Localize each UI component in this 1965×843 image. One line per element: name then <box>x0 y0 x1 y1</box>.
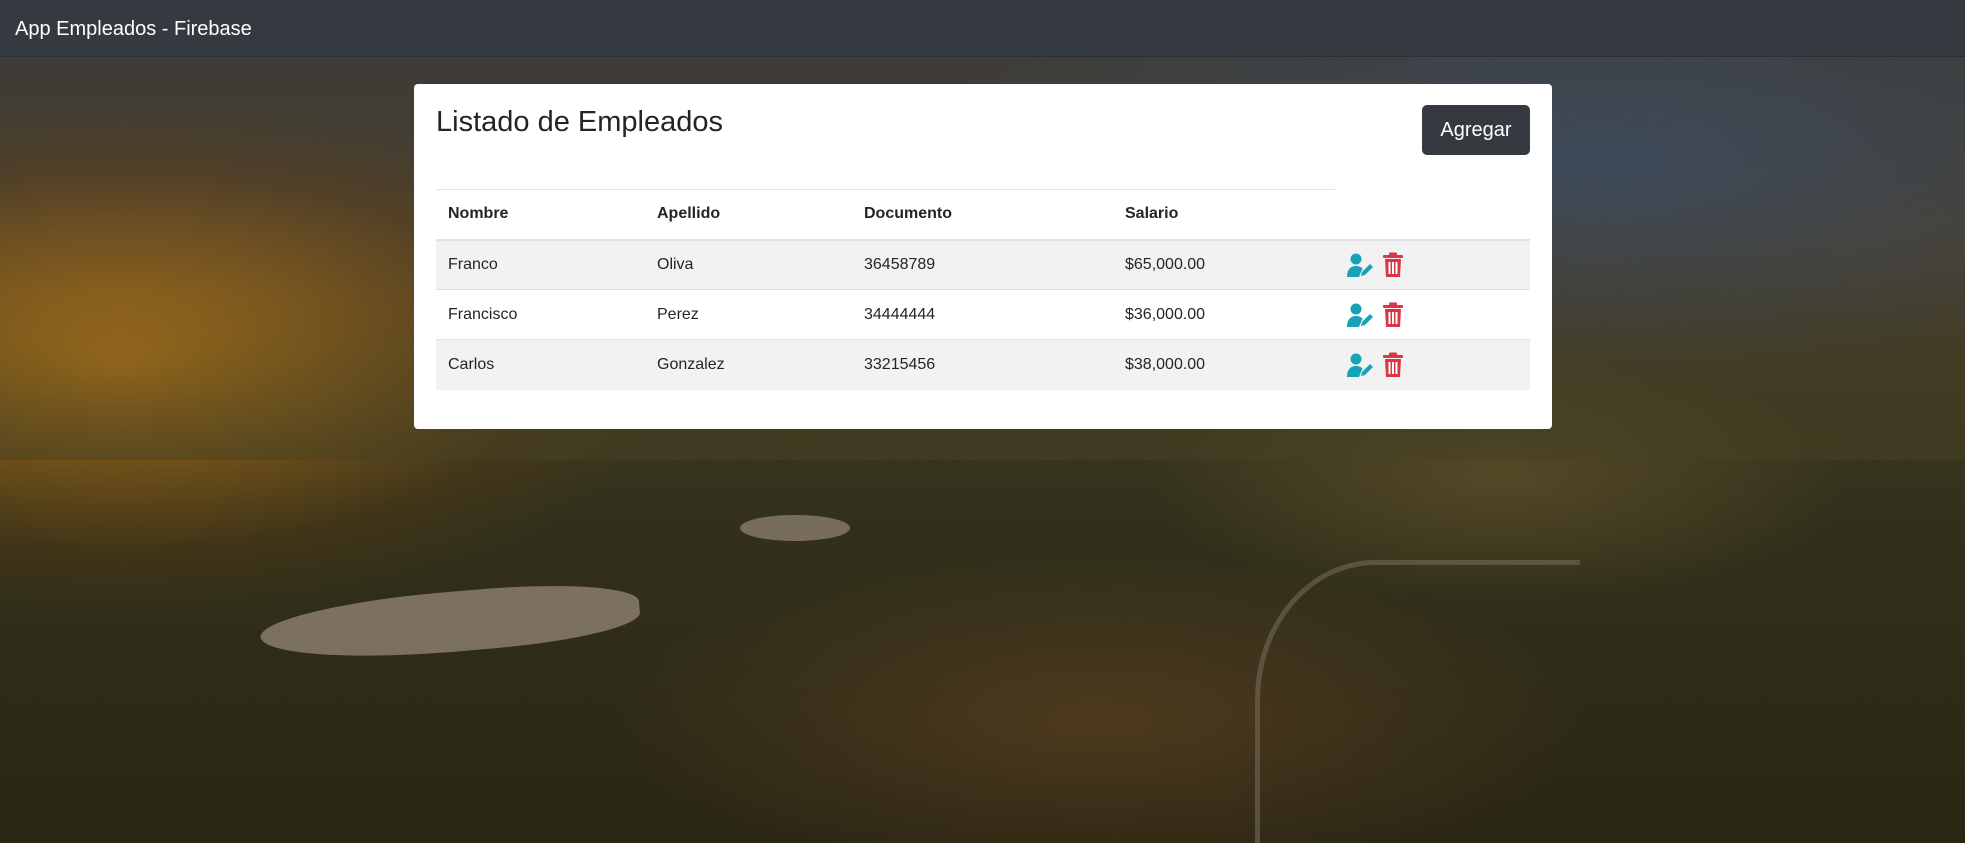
trash-icon[interactable] <box>1381 252 1409 278</box>
cell-apellido: Perez <box>645 289 852 340</box>
cell-actions <box>1335 239 1530 290</box>
cell-nombre: Franco <box>436 239 645 290</box>
cell-documento: 34444444 <box>852 289 1113 340</box>
table-row: Carlos Gonzalez 33215456 $38,000.00 <box>436 339 1530 390</box>
user-edit-icon[interactable] <box>1347 252 1375 278</box>
cell-actions <box>1335 289 1530 340</box>
navbar-brand[interactable]: App Empleados - Firebase <box>15 17 252 41</box>
cell-apellido: Oliva <box>645 239 852 290</box>
cell-salario: $65,000.00 <box>1113 239 1335 290</box>
page-title: Listado de Empleados <box>436 106 723 138</box>
background-lake-small <box>740 515 850 541</box>
trash-icon[interactable] <box>1381 302 1409 328</box>
cell-documento: 36458789 <box>852 239 1113 290</box>
table-row: Francisco Perez 34444444 $36,000.00 <box>436 289 1530 340</box>
column-header-apellido: Apellido <box>645 189 852 241</box>
user-edit-icon[interactable] <box>1347 352 1375 378</box>
user-edit-icon[interactable] <box>1347 302 1375 328</box>
column-header-salario: Salario <box>1113 189 1335 241</box>
cell-apellido: Gonzalez <box>645 339 852 390</box>
cell-salario: $38,000.00 <box>1113 339 1335 390</box>
column-header-documento: Documento <box>852 189 1113 241</box>
table-row: Franco Oliva 36458789 $65,000.00 <box>436 239 1530 290</box>
employees-card: Listado de Empleados Agregar Nombre Apel… <box>414 84 1552 429</box>
column-header-nombre: Nombre <box>436 189 645 241</box>
cell-salario: $36,000.00 <box>1113 289 1335 340</box>
background-lake <box>258 575 642 669</box>
cell-nombre: Carlos <box>436 339 645 390</box>
add-employee-button[interactable]: Agregar <box>1422 105 1530 155</box>
cell-nombre: Francisco <box>436 289 645 340</box>
top-navbar: App Empleados - Firebase <box>0 0 1965 57</box>
cell-actions <box>1335 339 1530 390</box>
column-header-actions <box>1335 189 1530 241</box>
employees-table: Nombre Apellido Documento Salario Franco… <box>436 189 1530 390</box>
cell-documento: 33215456 <box>852 339 1113 390</box>
table-header-row: Nombre Apellido Documento Salario <box>436 189 1530 241</box>
background-road <box>1255 560 1580 843</box>
trash-icon[interactable] <box>1381 352 1409 378</box>
